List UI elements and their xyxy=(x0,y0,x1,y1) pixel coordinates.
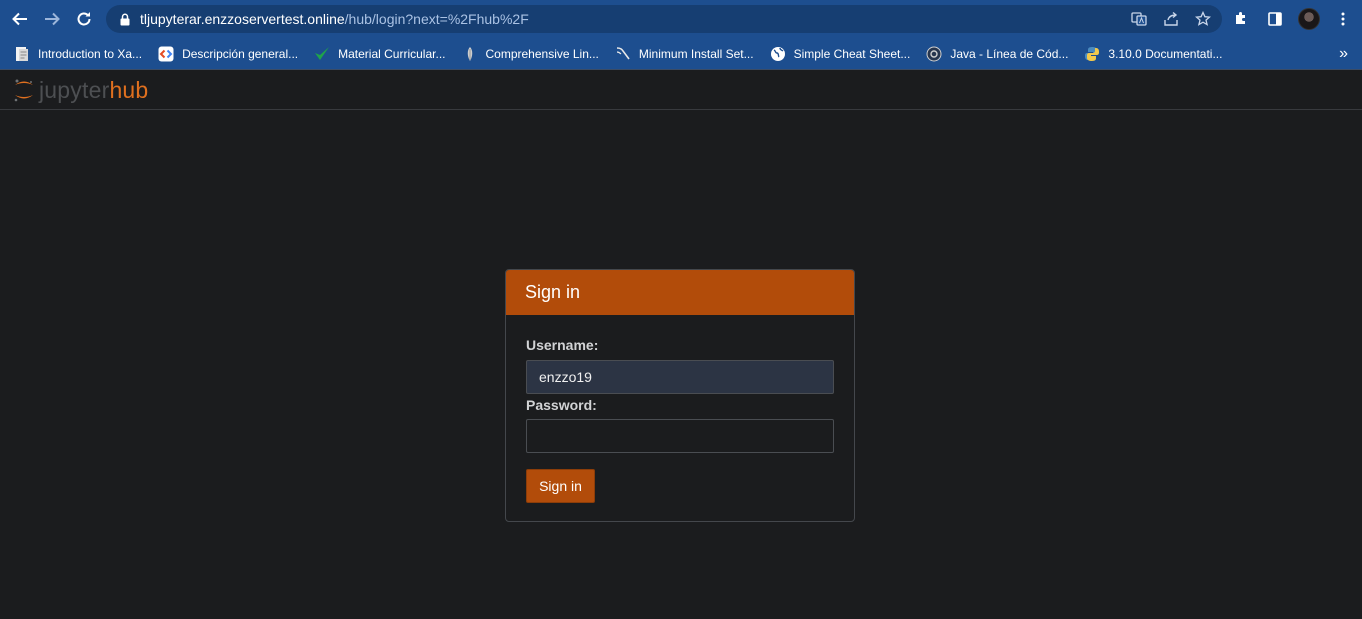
document-icon xyxy=(14,46,30,62)
reload-button[interactable] xyxy=(68,0,100,38)
bookmark-label: Descripción general... xyxy=(182,46,299,61)
bookmark-label: Java - Línea de Cód... xyxy=(950,46,1069,61)
username-label: Username: xyxy=(526,337,599,353)
url-text: tljupyterar.enzzoservertest.online/hub/l… xyxy=(140,11,529,27)
browser-toolbar: tljupyterar.enzzoservertest.online/hub/l… xyxy=(0,0,1362,38)
bookmark-label: Comprehensive Lin... xyxy=(485,46,599,61)
translate-icon[interactable] xyxy=(1128,8,1150,30)
username-input[interactable] xyxy=(526,360,834,394)
login-title: Sign in xyxy=(525,282,581,302)
logo-wordmark: jupyterhub xyxy=(39,77,148,104)
menu-kebab-icon[interactable] xyxy=(1330,6,1356,32)
forward-button[interactable] xyxy=(36,0,68,38)
bookmark-item[interactable]: Comprehensive Lin... xyxy=(456,42,605,66)
eye-icon xyxy=(926,46,942,62)
bookmark-item[interactable]: Material Curricular... xyxy=(308,42,451,66)
sign-in-button[interactable]: Sign in xyxy=(526,469,595,503)
bookmark-label: Introduction to Xa... xyxy=(38,46,143,61)
bookmarks-overflow-button[interactable]: » xyxy=(1339,38,1348,69)
tool-icon xyxy=(615,46,631,62)
bookmark-item[interactable]: Simple Cheat Sheet... xyxy=(764,42,917,66)
address-bar-actions xyxy=(1128,5,1214,33)
bookmark-label: Simple Cheat Sheet... xyxy=(793,46,911,61)
bookmark-star-icon[interactable] xyxy=(1192,8,1214,30)
password-label: Password: xyxy=(526,397,597,413)
logo-jupyter-text: jupyter xyxy=(39,76,110,103)
back-button[interactable] xyxy=(4,0,36,38)
bookmark-item[interactable]: Descripción general... xyxy=(152,42,304,66)
python-icon xyxy=(1084,46,1100,62)
feather-icon xyxy=(462,46,478,62)
globe-icon xyxy=(770,46,786,62)
hub-header: jupyterhub xyxy=(0,69,1362,110)
login-panel: Sign in Username: Password: Sign in xyxy=(505,269,855,522)
bookmark-item[interactable]: 3.10.0 Documentati... xyxy=(1078,42,1228,66)
lock-icon xyxy=(118,11,132,27)
bookmark-label: 3.10.0 Documentati... xyxy=(1108,46,1223,61)
bookmark-label: Minimum Install Set... xyxy=(638,46,754,61)
address-bar[interactable]: tljupyterar.enzzoservertest.online/hub/l… xyxy=(106,5,1222,33)
bookmarks-bar: Introduction to Xa... Descripción genera… xyxy=(0,38,1362,69)
logo-hub-text: hub xyxy=(109,76,149,103)
jupyterhub-logo[interactable]: jupyterhub xyxy=(13,76,148,104)
login-panel-header: Sign in xyxy=(506,270,854,315)
arrow-left-icon xyxy=(12,12,27,26)
url-path: /hub/login?next=%2Fhub%2F xyxy=(344,11,529,27)
bookmark-item[interactable]: Minimum Install Set... xyxy=(609,42,760,66)
bookmark-item[interactable]: Java - Línea de Cód... xyxy=(920,42,1074,66)
jupyter-logo-icon xyxy=(14,79,33,102)
code-icon xyxy=(158,46,174,62)
bookmark-item[interactable]: Introduction to Xa... xyxy=(8,42,148,66)
url-host: tljupyterar.enzzoservertest.online xyxy=(140,11,345,27)
browser-tools xyxy=(1228,0,1356,38)
reload-icon xyxy=(77,12,91,26)
side-panel-icon[interactable] xyxy=(1262,6,1288,32)
arrow-right-icon xyxy=(45,12,60,26)
profile-avatar[interactable] xyxy=(1296,6,1322,32)
extensions-icon[interactable] xyxy=(1228,6,1254,32)
checkmark-icon xyxy=(314,46,330,62)
share-icon[interactable] xyxy=(1160,8,1182,30)
password-input[interactable] xyxy=(526,419,834,453)
bookmark-label: Material Curricular... xyxy=(338,46,446,61)
